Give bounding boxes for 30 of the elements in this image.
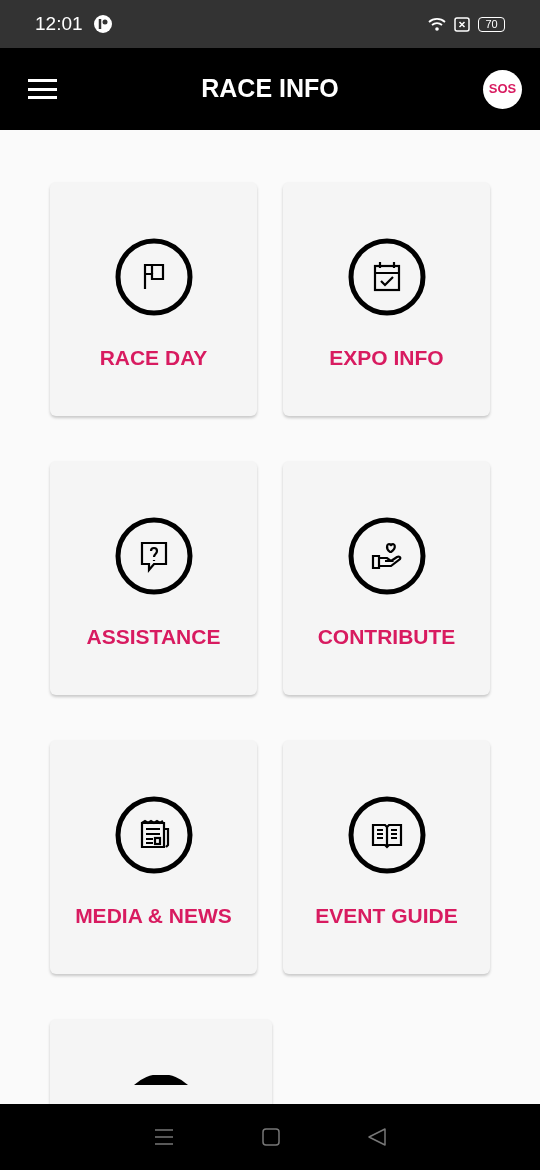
menu-button[interactable]: [28, 79, 57, 99]
menu-tile[interactable]: ASSISTANCE: [50, 461, 257, 695]
question-icon: [114, 517, 193, 595]
app-notification-icon: [93, 15, 112, 33]
menu-tile[interactable]: [50, 1019, 272, 1104]
menu-tile[interactable]: CONTRIBUTE: [283, 461, 490, 695]
battery-indicator: 70: [478, 16, 505, 32]
sim-off-icon: [454, 16, 470, 32]
tile-label: EVENT GUIDE: [315, 903, 458, 929]
tile-label: MEDIA & NEWS: [75, 903, 232, 929]
recent-apps-icon[interactable]: [154, 1128, 174, 1146]
heart-hand-icon: [347, 517, 426, 595]
wifi-icon: [428, 17, 448, 31]
clock: 12:01: [35, 11, 83, 36]
book-icon: [347, 796, 426, 874]
tile-label: ASSISTANCE: [86, 624, 221, 650]
tile-label: RACE DAY: [99, 345, 208, 371]
back-icon[interactable]: [368, 1128, 386, 1146]
menu-tile[interactable]: EVENT GUIDE: [283, 740, 490, 974]
page-title: RACE INFO: [200, 73, 340, 105]
calendar-icon: [347, 238, 426, 316]
menu-tile[interactable]: MEDIA & NEWS: [50, 740, 257, 974]
flag-icon: [114, 238, 193, 316]
tile-label: EXPO INFO: [329, 345, 444, 371]
home-icon[interactable]: [262, 1128, 280, 1146]
tile-label: CONTRIBUTE: [317, 624, 456, 650]
menu-tile[interactable]: RACE DAY: [50, 182, 257, 416]
newspaper-icon: [114, 796, 193, 874]
menu-tile[interactable]: EXPO INFO: [283, 182, 490, 416]
sos-button[interactable]: SOS: [483, 69, 522, 109]
